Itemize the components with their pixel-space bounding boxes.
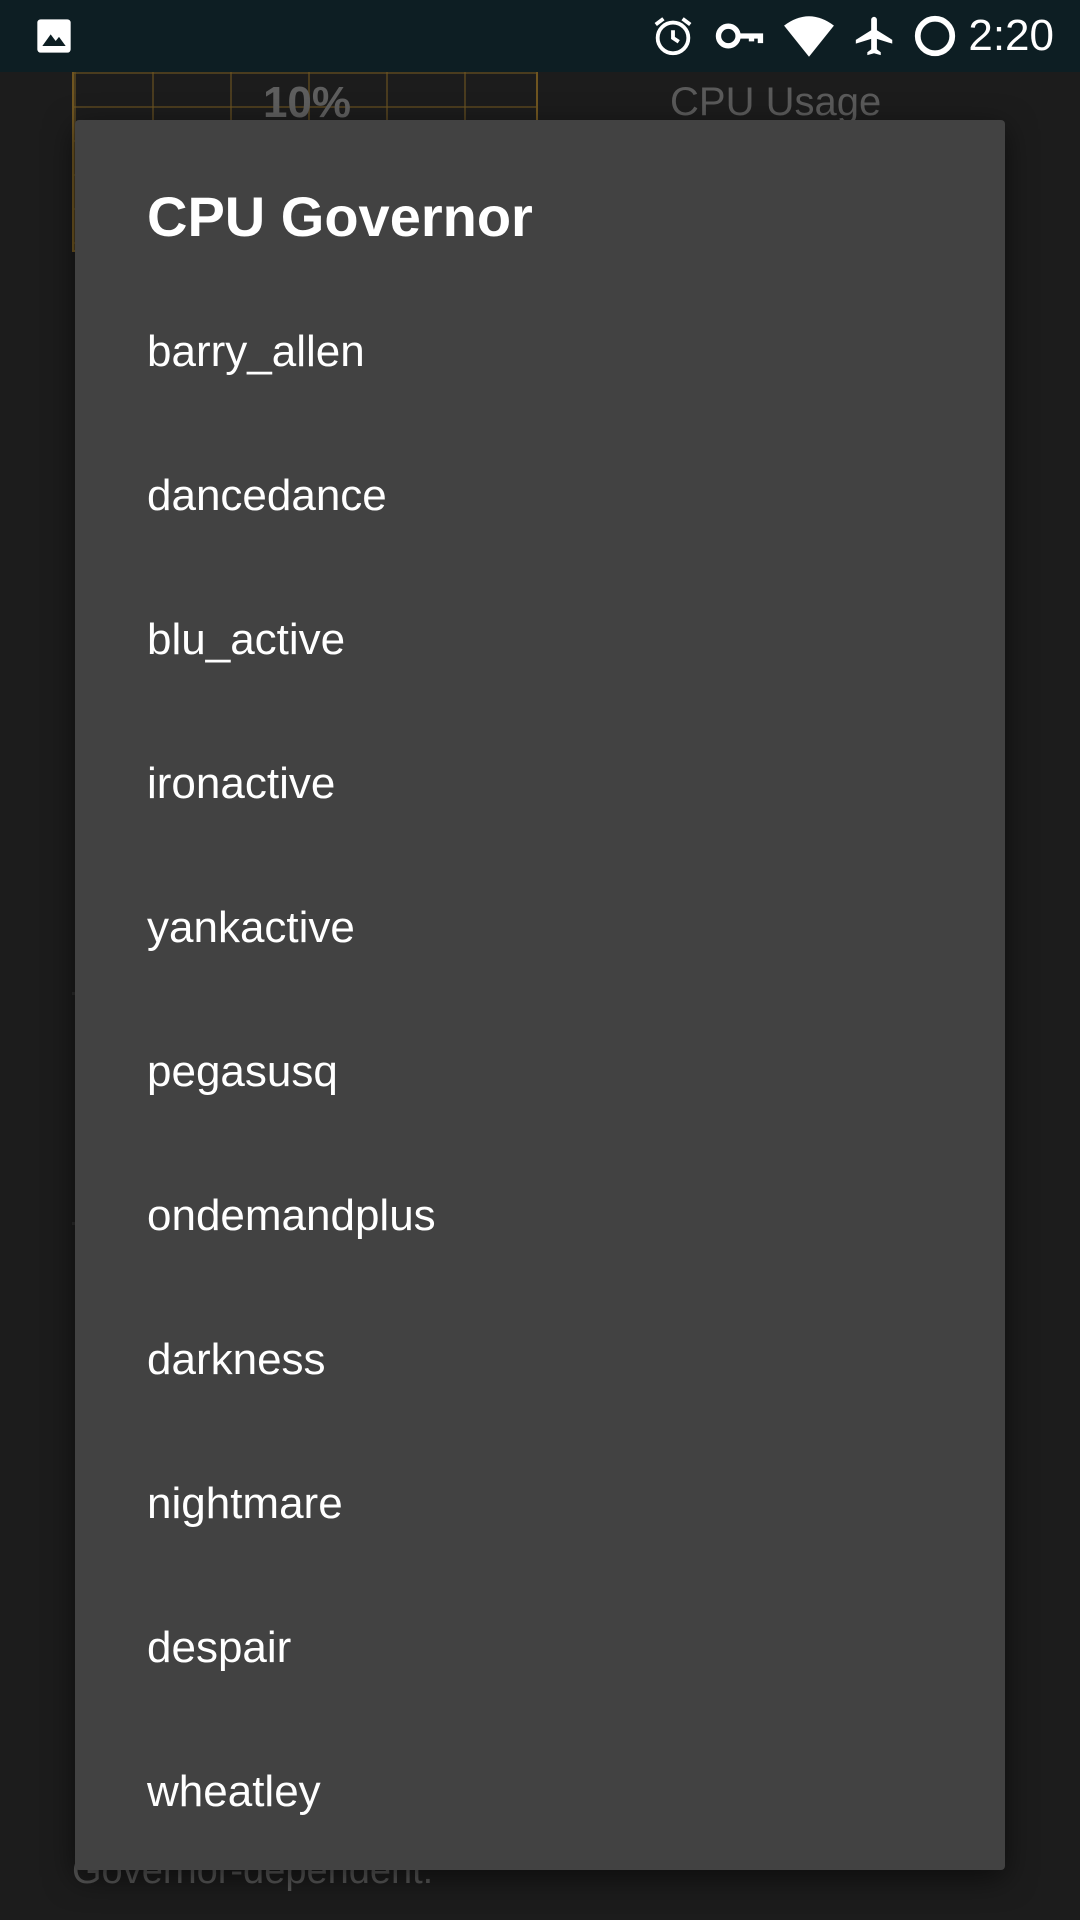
governor-option-despair[interactable]: despair [75, 1576, 1005, 1720]
option-label: yankactive [147, 903, 355, 952]
governor-option-nightmare[interactable]: nightmare [75, 1432, 1005, 1576]
governor-option-wheatley[interactable]: wheatley [75, 1720, 1005, 1864]
governor-option-pegasusq[interactable]: pegasusq [75, 1000, 1005, 1144]
option-label: nightmare [147, 1479, 343, 1528]
status-bar: 2:20 [0, 0, 1080, 72]
option-label: barry_allen [147, 327, 365, 376]
circle-icon [912, 14, 958, 58]
airplane-icon [852, 14, 898, 58]
option-label: blu_active [147, 615, 346, 664]
governor-option-yankactive[interactable]: yankactive [75, 856, 1005, 1000]
cpu-usage-label: CPU Usage [670, 80, 882, 124]
wifi-icon [782, 14, 836, 58]
image-icon [34, 14, 74, 58]
governor-option-dancedance[interactable]: dancedance [75, 424, 1005, 568]
governor-option-barry-allen[interactable]: barry_allen [75, 280, 1005, 424]
option-label: despair [147, 1623, 292, 1672]
option-label: dancedance [147, 471, 387, 520]
option-label: darkness [147, 1335, 326, 1384]
alarm-icon [650, 14, 696, 58]
screen: 2:20 10% CPU Usage Governor-dependent. C… [0, 0, 1080, 1920]
governor-option-ondemandplus[interactable]: ondemandplus [75, 1144, 1005, 1288]
option-label: ironactive [147, 759, 336, 808]
dialog-title: CPU Governor [147, 185, 533, 248]
option-label: ondemandplus [147, 1191, 436, 1240]
status-time: 2:20 [968, 11, 1054, 60]
governor-option-darkness[interactable]: darkness [75, 1288, 1005, 1432]
governor-option-blu-active[interactable]: blu_active [75, 568, 1005, 712]
option-label: wheatley [147, 1767, 321, 1816]
cpu-governor-dialog: CPU Governor barry_allen dancedance blu_… [75, 120, 1005, 1870]
option-label: pegasusq [147, 1047, 338, 1096]
vpn-key-icon [714, 14, 764, 58]
governor-option-ironactive[interactable]: ironactive [75, 712, 1005, 856]
